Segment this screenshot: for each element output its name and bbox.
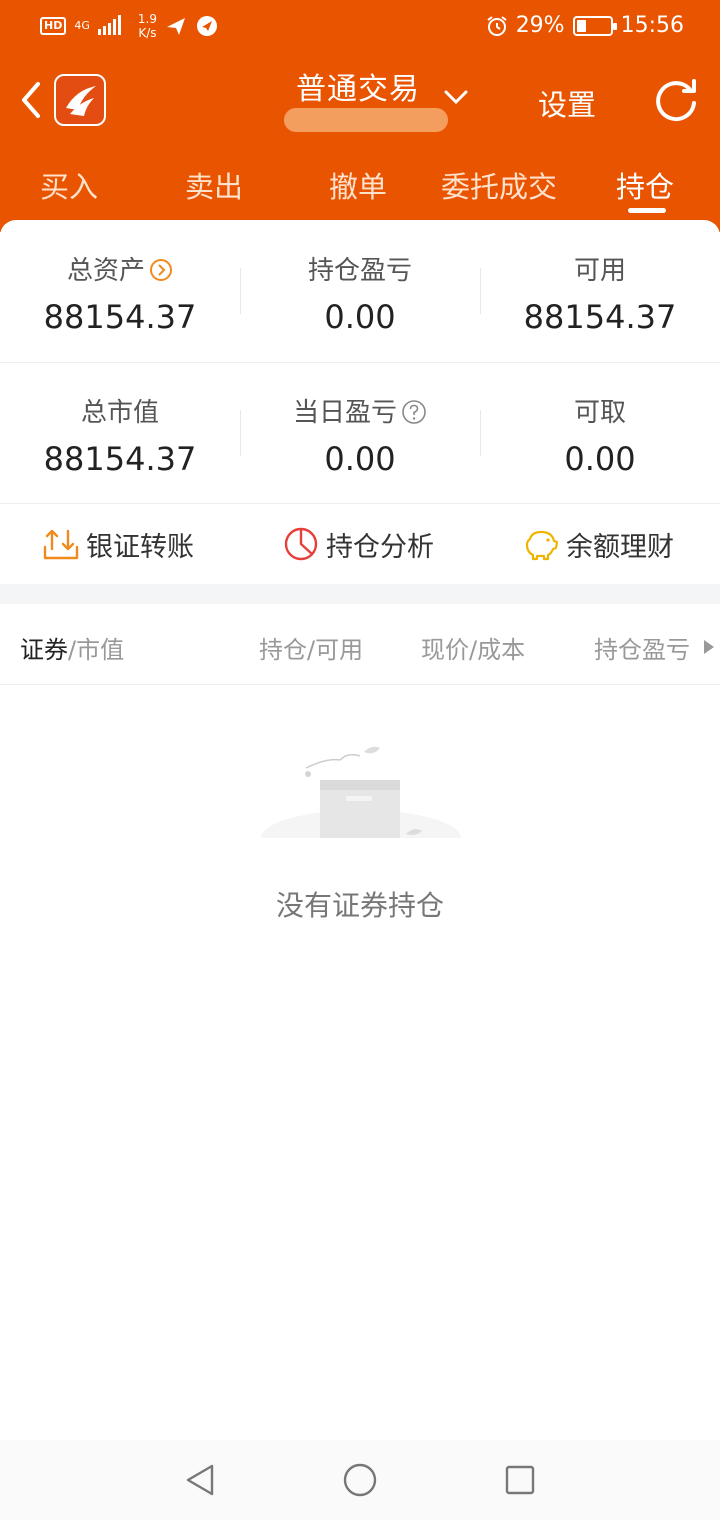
total-assets-value: 88154.37 [43,298,197,336]
system-nav-bar [0,1440,720,1520]
available-funds-label: 可用 [573,256,626,286]
app-header: 普通交易 设置 [0,56,720,152]
settings-button[interactable]: 设置 [538,82,596,124]
holdings-column-header: 证券/市值 持仓/可用 现价/成本 持仓盈亏 [0,604,720,684]
chevron-right-circle-icon[interactable] [149,258,173,282]
position-pnl: 持仓盈亏 0.00 [240,220,480,360]
paper-plane-icon [166,18,185,35]
column-security-rest: /市值 [68,636,125,664]
chevron-down-icon[interactable] [442,86,470,108]
bank-transfer-button[interactable]: 银证转账 [42,504,194,584]
battery-icon [572,15,617,36]
alarm-icon [487,15,507,36]
pie-chart-icon [284,527,318,561]
position-pnl-label: 持仓盈亏 [307,256,412,286]
column-security[interactable]: 证券/市值 [20,630,124,665]
available-funds: 可用 88154.37 [480,220,720,360]
piggy-bank-icon [525,530,559,561]
column-pnl[interactable]: 持仓盈亏 [594,630,690,665]
total-market-value-value: 88154.37 [43,440,197,478]
empty-box-icon [256,746,466,868]
signal-icon [97,15,121,35]
empty-state-message: 没有证券持仓 [275,889,444,922]
summary-row-1: 总资产 88154.37 持仓盈亏 0.00 可用 88154.37 [0,220,720,360]
daily-pnl-label: 当日盈亏 [240,392,480,429]
daily-pnl: 当日盈亏 0.00 [240,362,480,502]
tab-orders-deals[interactable]: 委托成交 [441,164,557,206]
page-title[interactable]: 普通交易 [296,64,420,108]
triangle-right-icon[interactable] [704,640,714,654]
account-redacted [284,108,448,132]
help-icon[interactable] [401,399,427,425]
speed-unit: K/s [138,26,157,40]
network-speed: 1.9 K/s [138,12,157,40]
balance-wealth-label: 余额理财 [566,531,674,563]
withdrawable-label: 可取 [573,398,626,428]
tab-positions[interactable]: 持仓 [616,164,674,206]
nav-back-icon[interactable] [180,1460,220,1500]
nav-recents-icon[interactable] [500,1460,540,1500]
total-assets-label: 总资产 [0,250,240,287]
account-summary-card: 总资产 88154.37 持仓盈亏 0.00 可用 88154.37 总市值 8… [0,220,720,584]
tab-buy[interactable]: 买入 [40,164,98,206]
app-logo-icon [66,86,96,116]
summary-row-2: 总市值 88154.37 当日盈亏 0.00 可取 0.00 [0,362,720,502]
section-gap [0,584,720,604]
nav-home-icon[interactable] [340,1460,380,1500]
balance-wealth-button[interactable]: 余额理财 [522,504,674,584]
column-price[interactable]: 现价/成本 [421,630,525,665]
total-market-value: 总市值 88154.37 [0,362,240,502]
app-notification-icon [196,16,217,36]
withdrawable-value: 0.00 [564,440,636,478]
daily-pnl-label-text: 当日盈亏 [292,398,397,428]
daily-pnl-value: 0.00 [324,440,396,478]
column-holding[interactable]: 持仓/可用 [259,630,363,665]
back-icon[interactable] [14,78,50,122]
battery-level [576,19,586,32]
column-security-strong: 证券 [20,636,68,664]
withdrawable: 可取 0.00 [480,362,720,502]
clock: 15:56 [620,13,684,38]
tab-cancel-order[interactable]: 撤单 [329,164,387,206]
available-funds-value: 88154.37 [523,298,677,336]
network-gen: 4G [74,19,90,32]
total-market-value-label: 总市值 [80,398,159,428]
battery-percent: 29% [515,13,565,38]
tab-sell[interactable]: 卖出 [185,164,243,206]
refresh-icon[interactable] [651,76,701,126]
quick-actions: 银证转账 持仓分析 余额理财 [0,504,720,584]
position-analysis-button[interactable]: 持仓分析 [282,504,434,584]
hd-badge: HD [40,17,67,35]
total-assets-label-text: 总资产 [66,256,145,286]
divider [0,684,720,685]
total-assets[interactable]: 总资产 88154.37 [0,220,240,360]
app-logo [54,74,106,126]
active-tab-indicator [628,208,666,213]
speed-value: 1.9 [137,12,157,26]
bank-transfer-label: 银证转账 [86,531,194,563]
position-analysis-label: 持仓分析 [326,531,434,563]
status-right: 29% 15:56 [486,13,684,38]
status-bar: HD 4G 1.9 K/s 29% 15:56 [0,0,720,56]
transfer-icon [43,529,79,560]
position-pnl-value: 0.00 [324,298,396,336]
status-left: HD 4G 1.9 K/s [40,12,219,40]
